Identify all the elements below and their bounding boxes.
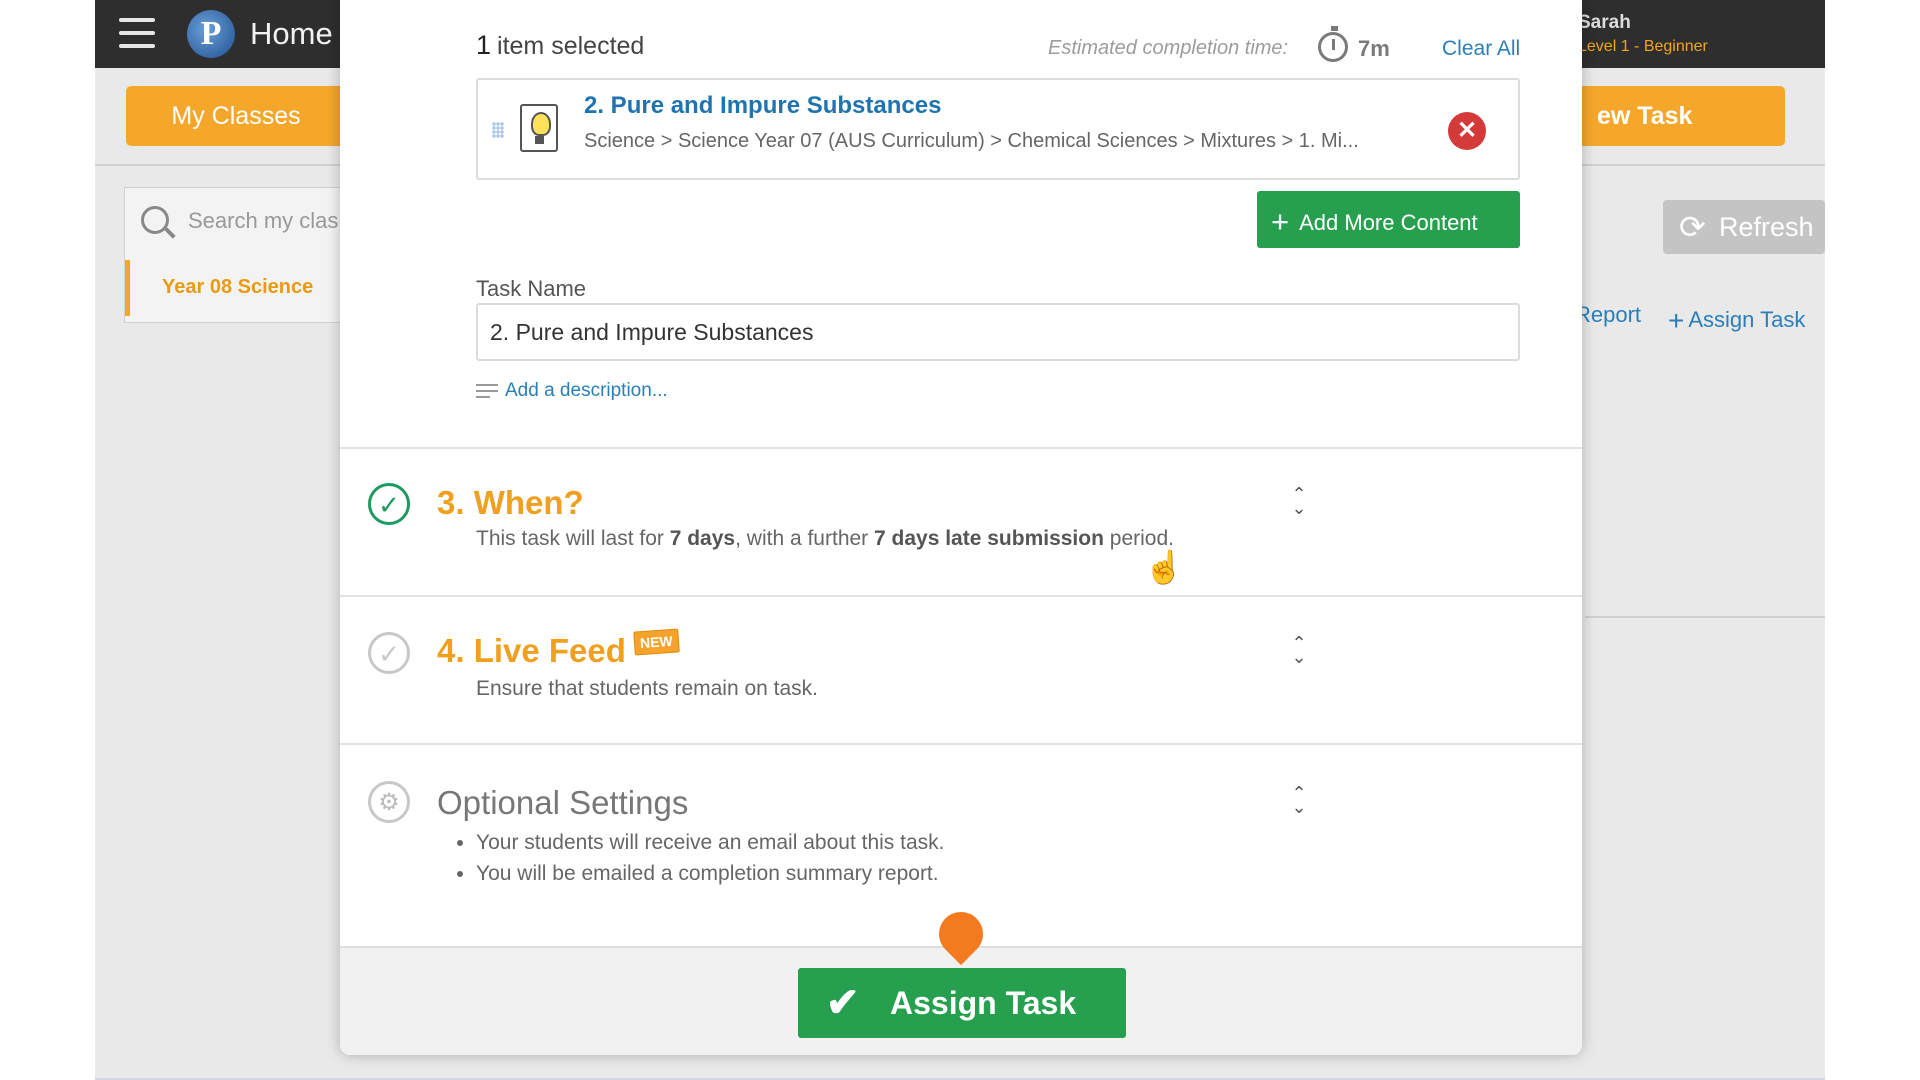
add-more-content-label: Add More Content: [1299, 210, 1478, 235]
add-more-content-button[interactable]: + Add More Content: [1257, 191, 1520, 248]
content-item: 2. Pure and Impure Substances Science > …: [476, 78, 1520, 180]
assign-task-button[interactable]: ✔ Assign Task: [798, 968, 1126, 1038]
check-icon: ✓: [368, 483, 410, 525]
when-late-period: 7 days late submission: [874, 527, 1104, 550]
task-name-label: Task Name: [476, 276, 587, 301]
content-title[interactable]: 2. Pure and Impure Substances: [584, 92, 941, 120]
check-icon: ✓: [368, 632, 410, 674]
when-summary-pre: This task will last for: [476, 527, 670, 550]
when-summary-post: period.: [1103, 527, 1174, 550]
menu-icon[interactable]: [119, 18, 155, 50]
items-label: item selected: [497, 32, 645, 60]
new-task-button[interactable]: ew Task: [1565, 86, 1785, 146]
list-item: Your students will receive an email abou…: [476, 831, 944, 855]
add-description-link[interactable]: Add a description...: [505, 380, 668, 402]
refresh-label: Refresh: [1719, 212, 1814, 242]
expand-icon[interactable]: ⌃ ⌄: [1288, 634, 1310, 672]
estimated-time-value: 7m: [1358, 36, 1390, 61]
refresh-button[interactable]: ⟳ Refresh: [1663, 200, 1825, 254]
refresh-icon: ⟳: [1679, 209, 1706, 245]
expand-icon[interactable]: ⌃ ⌄: [1288, 485, 1310, 523]
task-name-input[interactable]: 2. Pure and Impure Substances: [476, 303, 1520, 361]
cursor-icon: ☝: [1144, 549, 1184, 585]
items-count: 1: [476, 30, 492, 60]
when-summary-mid: , with a further: [735, 527, 874, 550]
divider: [1585, 616, 1825, 618]
description-icon: [476, 384, 498, 398]
class-panel: Search my clas Year 08 Science: [124, 187, 366, 323]
logo: P: [187, 10, 235, 58]
expand-icon[interactable]: ⌃ ⌄: [1288, 784, 1310, 822]
divider: [340, 595, 1582, 597]
report-link[interactable]: Report: [1575, 302, 1641, 328]
assign-task-link[interactable]: + Assign Task: [1668, 302, 1806, 336]
new-badge: NEW: [633, 628, 680, 656]
assign-task-link-label: Assign Task: [1688, 307, 1806, 332]
check-icon: ✔: [826, 981, 860, 1025]
bulb-icon: [520, 104, 558, 152]
live-feed-summary: Ensure that students remain on task.: [476, 677, 819, 700]
close-icon: ✕: [1456, 117, 1478, 144]
items-selected: 1 item selected: [476, 30, 644, 61]
optional-settings-list: Your students will receive an email abou…: [440, 831, 944, 893]
when-summary: This task will last for 7 days, with a f…: [476, 527, 1174, 551]
user-name[interactable]: Sarah: [1578, 12, 1631, 34]
search-icon: [141, 206, 169, 234]
plus-icon: +: [1271, 204, 1290, 239]
search-input[interactable]: Search my clas: [188, 208, 338, 234]
live-feed-title[interactable]: 4. Live Feed: [437, 632, 626, 670]
home-title[interactable]: Home: [250, 16, 333, 52]
optional-settings-title[interactable]: Optional Settings: [437, 784, 688, 822]
when-duration: 7 days: [669, 527, 736, 550]
gear-icon: ⚙: [368, 781, 410, 823]
class-item[interactable]: Year 08 Science: [125, 260, 370, 316]
assign-task-label: Assign Task: [890, 985, 1077, 1021]
class-label: Year 08 Science: [162, 276, 314, 298]
list-item: You will be emailed a completion summary…: [476, 862, 944, 886]
clear-all-link[interactable]: Clear All: [1442, 37, 1520, 61]
plus-icon: +: [1668, 305, 1685, 336]
divider: [340, 447, 1582, 449]
user-level: Level 1 - Beginner: [1578, 38, 1708, 55]
assign-task-modal: 1 item selected Estimated completion time…: [340, 0, 1582, 1055]
timer-icon: [1318, 26, 1348, 62]
drag-handle-icon[interactable]: [492, 122, 504, 138]
when-title[interactable]: 3. When?: [437, 484, 584, 522]
estimated-time-label: Estimated completion time:: [1048, 37, 1289, 59]
remove-content-button[interactable]: ✕: [1448, 112, 1486, 150]
my-classes-button[interactable]: My Classes: [126, 86, 346, 146]
content-path: Science > Science Year 07 (AUS Curriculu…: [584, 130, 1359, 152]
divider: [340, 743, 1582, 745]
